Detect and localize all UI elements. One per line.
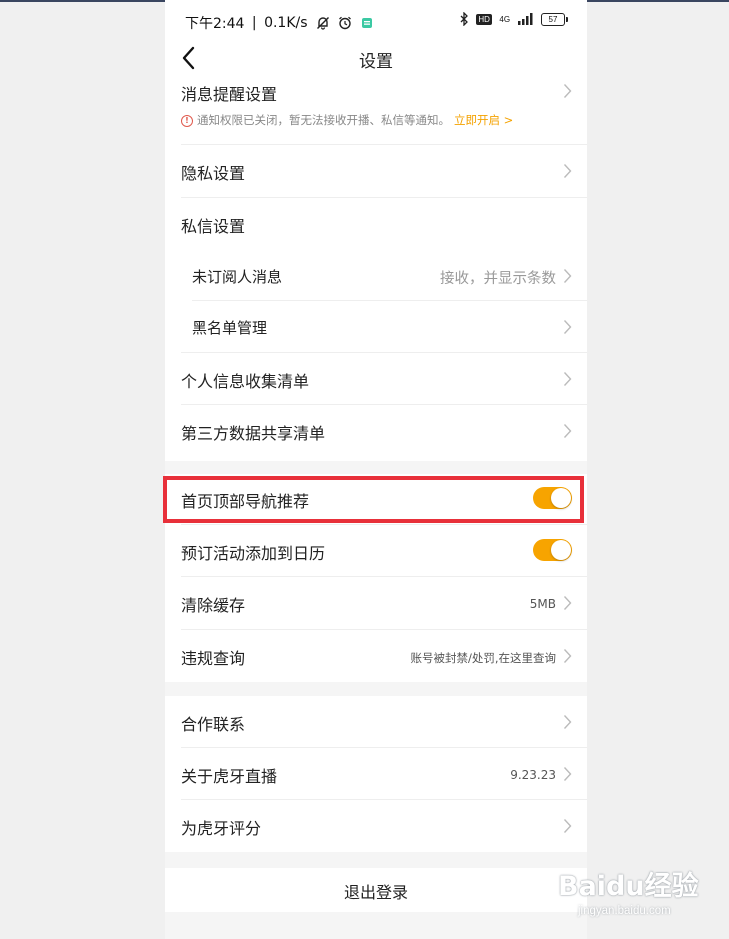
watermark-text: Baidu经验: [558, 871, 699, 902]
row-privacy-settings[interactable]: 隐私设置: [165, 145, 587, 197]
enable-now-link[interactable]: 立即开启 >: [454, 113, 513, 127]
hd-badge: HD: [476, 13, 492, 25]
row-violation-query[interactable]: 违规查询 账号被封禁/处罚,在这里查询: [165, 630, 587, 682]
row-clear-cache[interactable]: 清除缓存 5MB: [165, 577, 587, 629]
cache-size: 5MB: [529, 597, 556, 611]
row-add-to-calendar: 预订活动添加到日历: [165, 525, 587, 576]
signal-icon: [517, 13, 533, 25]
row-label: 为虎牙评分: [181, 819, 262, 838]
row-label: 黑名单管理: [192, 319, 268, 337]
add-to-calendar-toggle[interactable]: [533, 539, 572, 561]
row-label: 第三方数据共享清单: [181, 424, 326, 443]
alarm-icon: [339, 16, 352, 30]
row-dm-settings: 私信设置: [165, 198, 587, 250]
app-notification-icon: [361, 18, 372, 28]
row-third-party-data-list[interactable]: 第三方数据共享清单: [165, 405, 587, 457]
row-label: 关于虎牙直播: [181, 767, 278, 786]
watermark-url: jingyan.baidu.com: [578, 905, 671, 917]
row-about-huya[interactable]: 关于虎牙直播 9.23.23: [165, 748, 587, 800]
row-label: 违规查询: [181, 649, 246, 668]
row-home-nav-recommend: 首页顶部导航推荐: [165, 474, 587, 524]
row-label: 未订阅人消息: [192, 268, 283, 286]
row-label: 私信设置: [181, 217, 246, 236]
mute-bell-icon: [317, 17, 329, 30]
settings-section-account: 消息提醒设置 隐私设置 私信设置 未订阅人消息 接收，并显示条数 黑名单管理 个…: [165, 76, 587, 461]
row-value: 接收，并显示条数: [440, 271, 556, 287]
row-label: 首页顶部导航推荐: [181, 492, 310, 511]
nav-bar: 设置: [165, 40, 587, 76]
toggle-knob: [551, 488, 571, 508]
settings-section-about: 合作联系 关于虎牙直播 9.23.23 为虎牙评分: [165, 696, 587, 852]
notification-permission-notice: ! 通知权限已关闭，暂无法接收开播、私信等通知。 立即开启 >: [181, 112, 513, 128]
row-label: 预订活动添加到日历: [181, 544, 326, 563]
warning-icon: !: [181, 114, 193, 127]
row-rate-huya[interactable]: 为虎牙评分: [165, 800, 587, 852]
status-separator: |: [251, 15, 257, 31]
chevron-right-icon: [563, 715, 572, 729]
app-version: 9.23.23: [510, 768, 556, 782]
row-label: 个人信息收集清单: [181, 372, 310, 391]
row-notification-settings[interactable]: 消息提醒设置: [165, 76, 587, 144]
row-label: 消息提醒设置: [181, 85, 278, 104]
row-label: 合作联系: [181, 715, 246, 734]
page-title: 设置: [359, 52, 393, 72]
row-blacklist[interactable]: 黑名单管理: [165, 301, 587, 353]
notice-text: 通知权限已关闭，暂无法接收开播、私信等通知。: [197, 113, 450, 127]
logout-label: 退出登录: [343, 883, 408, 902]
chevron-right-icon: [563, 767, 572, 781]
chevron-right-icon: [563, 164, 572, 178]
baidu-watermark: Baidu经验 jingyan.baidu.com: [558, 856, 708, 926]
home-nav-recommend-toggle[interactable]: [533, 487, 572, 509]
status-time: 下午2:44: [185, 16, 245, 32]
status-speed: 0.1K/s: [264, 15, 308, 31]
row-label: 隐私设置: [181, 164, 246, 183]
row-personal-info-list[interactable]: 个人信息收集清单: [165, 353, 587, 405]
chevron-right-icon: [563, 269, 572, 283]
settings-section-general: 首页顶部导航推荐 预订活动添加到日历 清除缓存 5MB 违规查询 账号被封禁/处…: [165, 474, 587, 682]
chevron-right-icon: [563, 649, 572, 663]
chevron-right-icon: [563, 596, 572, 610]
battery-indicator: 57: [541, 12, 568, 26]
phone-screen: 下午2:44 | 0.1K/s HD 4G 57 设置 消息提醒设置 隐私设置 …: [165, 0, 587, 939]
status-bar: 下午2:44 | 0.1K/s HD 4G 57: [165, 0, 587, 40]
chevron-right-icon: [563, 372, 572, 386]
chevron-right-icon: [563, 320, 572, 334]
row-unsubscribed-messages[interactable]: 未订阅人消息 接收，并显示条数: [165, 250, 587, 302]
row-value: 账号被封禁/处罚,在这里查询: [410, 651, 556, 665]
chevron-right-icon: [563, 424, 572, 438]
bluetooth-icon: [460, 12, 468, 26]
chevron-right-icon: [563, 819, 572, 833]
chevron-right-icon: [563, 84, 572, 98]
network-type: 4G: [499, 14, 511, 24]
row-cooperation[interactable]: 合作联系: [165, 696, 587, 748]
row-label: 清除缓存: [181, 596, 246, 615]
toggle-knob: [551, 540, 571, 560]
logout-button[interactable]: 退出登录: [165, 868, 587, 912]
